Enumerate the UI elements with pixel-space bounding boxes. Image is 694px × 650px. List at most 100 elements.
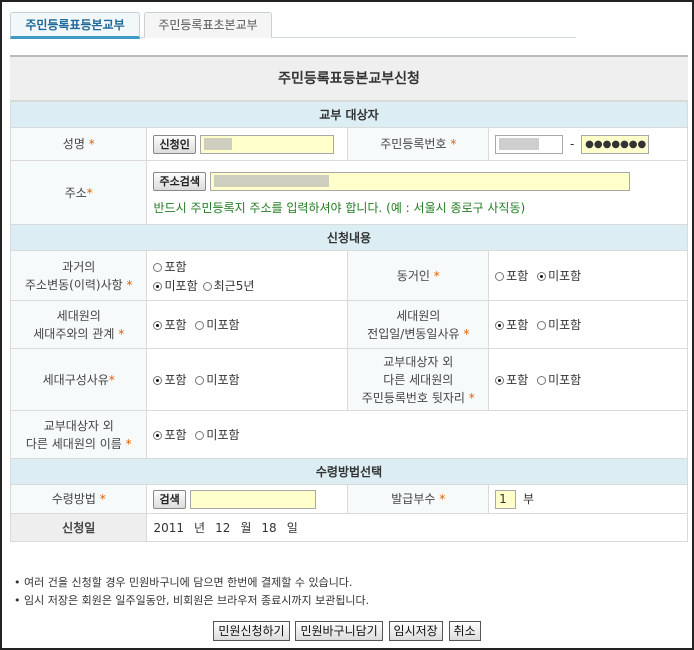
date-year: 2011: [153, 521, 185, 535]
cohabitant-include-option[interactable]: 포함: [495, 269, 528, 283]
radio-icon: [495, 272, 505, 281]
composition-include-option[interactable]: 포함: [153, 373, 187, 387]
other-rrn-label-line1: 교부대상자 외: [383, 354, 454, 369]
past-address-label-cell: 과거의 주소변동(이력)사항 *: [9, 250, 148, 301]
address-label: 주소: [64, 185, 87, 200]
radio-icon: [195, 321, 205, 330]
cancel-button[interactable]: 취소: [448, 621, 481, 641]
composition-exclude-option[interactable]: 미포함: [195, 373, 240, 387]
other-rrn-label-cell: 교부대상자 외다른 세대원의주민등록번호 뒷자리 *: [347, 348, 490, 411]
address-input[interactable]: [209, 171, 630, 191]
date-month-unit: 월: [240, 521, 252, 535]
section-delivery: 수령방법선택: [10, 458, 688, 485]
option-label: 포함: [164, 428, 187, 442]
option-label: 포함: [506, 269, 529, 283]
method-label: 수령방법: [51, 492, 96, 506]
relation-include-option[interactable]: 포함: [153, 318, 187, 332]
rrn-front-input[interactable]: [495, 134, 564, 154]
past-address-label-line1: 과거의: [62, 259, 96, 274]
section-target: 교부 대상자: [10, 101, 688, 128]
address-note: 반드시 주민등록지 주소를 입력하셔야 합니다. (예 : 서울시 종로구 사직…: [153, 200, 526, 215]
method-value-cell: 검색: [146, 484, 349, 514]
date-day-unit: 일: [286, 521, 298, 535]
required-mark: *: [88, 137, 95, 151]
radio-icon: [195, 376, 205, 385]
cohabitant-options: 포함 미포함: [488, 250, 688, 301]
applicant-button[interactable]: 신청인: [153, 134, 196, 154]
movein-label-line1: 세대원의: [396, 308, 441, 323]
radio-selected-icon: [495, 376, 505, 385]
required-mark: *: [450, 137, 457, 151]
other-rrn-label-line2: 다른 세대원의: [383, 372, 454, 387]
date-year-unit: 년: [194, 521, 206, 535]
application-form: 주민등록표등본교부신청 교부 대상자 성명 * 신청인 주민등록번호 * - ●…: [9, 55, 688, 542]
notice-list: • 여러 건을 신청할 경우 민원바구니에 담으면 한번에 결제할 수 있습니다…: [14, 574, 369, 610]
movein-label-cell: 세대원의 전입일/변동일사유 *: [347, 300, 490, 349]
other-rrn-options: 포함 미포함: [488, 348, 688, 411]
tab-abstract-copy[interactable]: 주민등록표초본교부: [144, 12, 272, 38]
copies-value-cell: 1 부: [488, 484, 688, 514]
name-input[interactable]: [199, 134, 334, 154]
tab-certified-copy[interactable]: 주민등록표등본교부: [10, 12, 140, 39]
radio-selected-icon: [153, 321, 163, 330]
address-label-cell: 주소*: [9, 160, 148, 225]
method-input[interactable]: [189, 489, 316, 509]
option-label: 미포함: [548, 269, 582, 283]
tab-bar: 주민등록표등본교부 주민등록표초본교부: [10, 10, 576, 39]
relation-exclude-option[interactable]: 미포함: [195, 318, 240, 332]
radio-selected-icon: [153, 281, 163, 291]
past-address-exclude-option[interactable]: 미포함: [153, 278, 198, 293]
copies-input[interactable]: 1: [495, 489, 517, 509]
redacted-name: [203, 138, 232, 150]
address-value-cell: 주소검색 반드시 주민등록지 주소를 입력하셔야 합니다. (예 : 서울시 종…: [146, 160, 688, 225]
address-search-button[interactable]: 주소검색: [153, 171, 206, 191]
relation-label-cell: 세대원의 세대주와의 관계 *: [9, 300, 148, 349]
other-rrn-include-option[interactable]: 포함: [495, 373, 528, 387]
notice-item: • 임시 저장은 회원은 일주일동안, 비회원은 브라우저 종료시까지 보관됩니…: [14, 594, 370, 607]
other-name-options: 포함 미포함: [146, 410, 688, 459]
composition-label: 세대구성사유: [42, 372, 109, 387]
name-label: 성명: [62, 137, 85, 151]
required-mark: *: [433, 268, 440, 283]
temp-save-button[interactable]: 임시저장: [388, 621, 443, 641]
rrn-dash: -: [570, 136, 575, 151]
required-mark: *: [468, 390, 475, 405]
form-table: 교부 대상자 성명 * 신청인 주민등록번호 * - ●●●●●●● 주소* 주…: [9, 101, 688, 542]
other-name-exclude-option[interactable]: 미포함: [195, 428, 240, 442]
add-to-basket-button[interactable]: 민원바구니담기: [295, 621, 383, 641]
required-mark: *: [108, 372, 115, 387]
radio-selected-icon: [153, 431, 163, 440]
redacted-address: [213, 175, 329, 187]
other-rrn-label-line3: 주민등록번호 뒷자리: [361, 390, 465, 405]
other-name-label-line2: 다른 세대원의 이름: [25, 436, 122, 451]
other-name-include-option[interactable]: 포함: [153, 428, 187, 442]
option-label: 미포함: [206, 428, 240, 442]
radio-icon: [537, 376, 547, 385]
action-buttons: 민원신청하기 민원바구니담기 임시저장 취소: [0, 621, 694, 641]
method-search-button[interactable]: 검색: [153, 489, 186, 509]
movein-options: 포함 미포함: [488, 300, 688, 349]
option-label: 미포함: [164, 278, 198, 293]
option-label: 포함: [164, 373, 187, 387]
rrn-value-cell: - ●●●●●●●: [488, 127, 688, 161]
name-label-cell: 성명 *: [9, 127, 148, 161]
other-name-label-cell: 교부대상자 외 다른 세대원의 이름 *: [9, 410, 148, 459]
cohabitant-exclude-option[interactable]: 미포함: [537, 269, 581, 283]
composition-label-cell: 세대구성사유*: [9, 348, 148, 411]
past-address-include-option[interactable]: 포함: [153, 260, 187, 274]
option-label: 포함: [164, 318, 187, 332]
required-mark: *: [99, 492, 106, 506]
rrn-back-input[interactable]: ●●●●●●●: [581, 134, 650, 154]
copies-unit: 부: [523, 491, 535, 506]
option-label: 최근5년: [213, 278, 255, 293]
form-title: 주민등록표등본교부신청: [10, 57, 688, 101]
movein-exclude-option[interactable]: 미포함: [537, 318, 581, 332]
method-label-cell: 수령방법 *: [9, 484, 148, 514]
radio-selected-icon: [495, 321, 505, 330]
submit-application-button[interactable]: 민원신청하기: [213, 621, 290, 641]
required-mark: *: [86, 185, 93, 200]
movein-include-option[interactable]: 포함: [495, 318, 528, 332]
relation-label-line2: 세대주와의 관계: [33, 326, 115, 341]
other-rrn-exclude-option[interactable]: 미포함: [537, 373, 581, 387]
past-address-recent5-option[interactable]: 최근5년: [202, 278, 255, 293]
